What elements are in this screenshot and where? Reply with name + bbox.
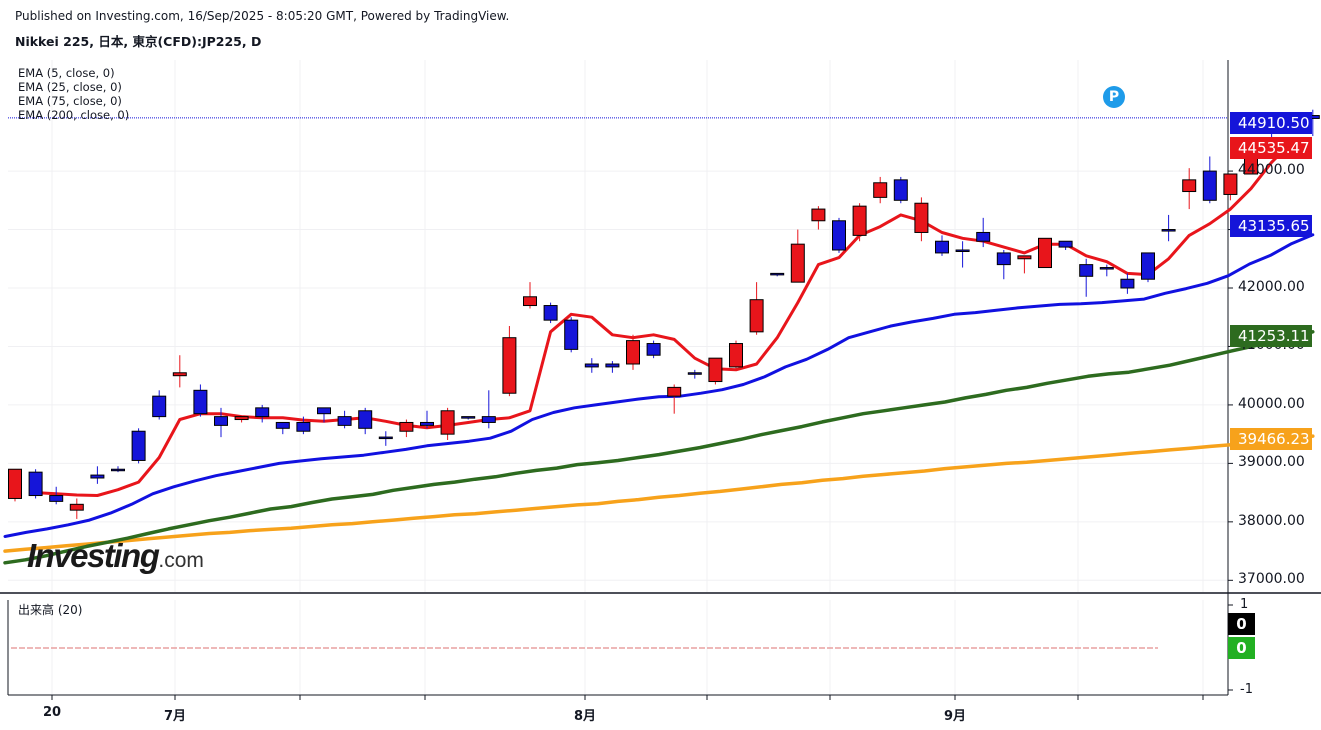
candle-body	[255, 407, 270, 418]
price-label: 43135.65	[1230, 215, 1312, 237]
candle-body	[626, 340, 640, 365]
volume-tick-bottom: -1	[1240, 682, 1253, 697]
candle-body	[1182, 179, 1197, 193]
volume-value-green: 0	[1228, 637, 1255, 659]
candle-body	[1223, 173, 1238, 195]
y-tick-label: 42000.00	[1238, 279, 1305, 295]
candle-body	[1161, 229, 1176, 232]
price-label: 39466.23	[1230, 428, 1312, 450]
legend-ema-75: EMA (75, close, 0)	[18, 94, 122, 108]
investing-logo: Investing.com	[27, 537, 204, 575]
chart-canvas	[0, 60, 1321, 700]
candle-body	[832, 220, 846, 251]
candle-body	[873, 182, 888, 198]
candle-body	[296, 421, 311, 432]
candle-body	[914, 202, 929, 233]
candle-body	[399, 421, 414, 432]
candle-body	[193, 389, 208, 415]
candle-body	[996, 252, 1011, 266]
candle-body	[935, 240, 949, 254]
plot-area	[8, 60, 1228, 592]
candle-body	[1017, 255, 1032, 260]
candle-body	[976, 231, 991, 242]
x-tick-label: 20	[42, 705, 62, 720]
candle-body	[337, 416, 352, 426]
candle-body	[687, 372, 702, 375]
y-tick-label: 37000.00	[1238, 571, 1305, 588]
candle-body	[8, 468, 22, 499]
x-tick-label: 9月	[943, 709, 967, 724]
price-label: 44910.50	[1230, 112, 1312, 134]
candle-body	[584, 363, 599, 368]
candle-body	[646, 343, 661, 356]
candle-body	[28, 471, 43, 497]
candle-body	[852, 205, 867, 236]
legend-ema-5: EMA (5, close, 0)	[18, 66, 115, 80]
y-tick-label: 40000.00	[1238, 395, 1305, 412]
candle-body	[49, 495, 64, 502]
candle-body	[955, 249, 970, 252]
candle-body	[1141, 252, 1155, 280]
candle-body	[420, 421, 434, 426]
x-tick-label: 7月	[163, 709, 187, 724]
y-tick-label: 39000.00	[1238, 454, 1305, 471]
candle-body	[234, 416, 249, 421]
candle-body	[1099, 267, 1114, 270]
candle-body	[358, 410, 373, 429]
candle-body	[729, 343, 743, 368]
volume-value-black: 0	[1228, 613, 1255, 635]
legend-ema-25: EMA (25, close, 0)	[18, 80, 122, 94]
published-line: Published on Investing.com, 16/Sep/2025 …	[15, 9, 510, 23]
logo-tld: .com	[158, 549, 204, 572]
candle-body	[378, 436, 393, 440]
volume-label: 出来高 (20)	[18, 603, 83, 617]
candle-body	[481, 416, 496, 423]
candle-body	[523, 296, 537, 307]
candle-body	[90, 474, 105, 479]
candle-body	[1120, 278, 1135, 289]
logo-main: Investing	[27, 537, 160, 574]
candle-body	[275, 421, 290, 429]
candle-body	[152, 395, 167, 418]
candle-body	[172, 372, 187, 377]
symbol-title: Nikkei 225, 日本, 東京(CFD):JP225, D	[15, 34, 262, 49]
candle-body	[564, 319, 579, 350]
candle-body	[893, 179, 908, 201]
candle-body	[461, 416, 476, 419]
candle-body	[502, 337, 517, 394]
candle-body	[69, 503, 84, 511]
candle-body	[1202, 170, 1217, 201]
candle-body	[543, 305, 558, 321]
price-label: 44535.47	[1230, 137, 1312, 159]
candle-body	[1079, 264, 1094, 277]
candle-body	[131, 430, 146, 461]
candle-body	[708, 357, 723, 383]
candle-body	[440, 410, 455, 435]
price-label: 41253.11	[1230, 325, 1312, 347]
candle-body	[317, 407, 331, 415]
candle-body	[605, 363, 620, 368]
candle-body	[790, 243, 805, 283]
x-tick-label: 8月	[573, 709, 597, 724]
candle-body	[811, 208, 826, 222]
y-tick-label: 44000.00	[1238, 162, 1305, 179]
candle-body	[214, 416, 228, 426]
candle-body	[1038, 237, 1052, 269]
p-badge[interactable]: P	[1103, 86, 1125, 108]
candle-body	[667, 386, 682, 397]
candle-body	[770, 272, 785, 276]
legend-ema-200: EMA (200, close, 0)	[18, 108, 130, 122]
candle-body	[749, 299, 764, 333]
volume-tick-top: 1	[1240, 597, 1249, 612]
candle-body	[1058, 240, 1073, 248]
y-tick-label: 38000.00	[1238, 512, 1305, 529]
candle-body	[111, 468, 125, 472]
